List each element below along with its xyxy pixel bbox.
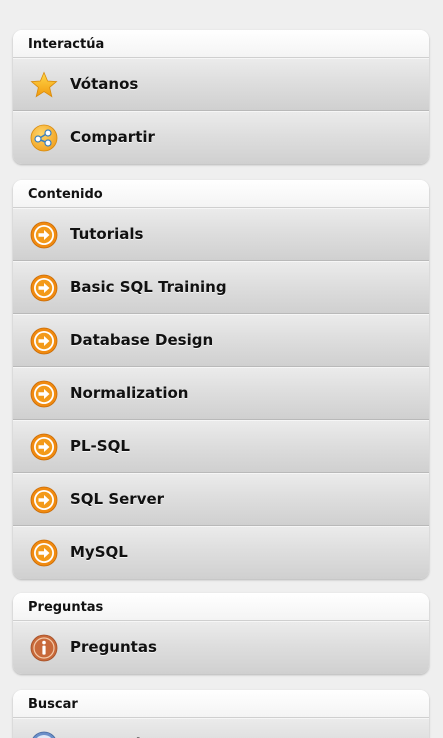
search-icon <box>32 731 56 738</box>
menu-item-label: Database Design <box>70 331 214 349</box>
menu-item-basic-sql-training[interactable]: Basic SQL Training <box>13 261 429 314</box>
menu-item-compartir[interactable]: Compartir <box>13 111 429 164</box>
menu-item-label: Tutorials <box>70 225 144 243</box>
arrow-right-icon <box>30 486 58 514</box>
menu-item-label: Normalization <box>70 384 189 402</box>
menu-screen: Interactúa Vótanos Compartir Contenido T… <box>0 0 443 738</box>
menu-item-label: Mas reciente <box>70 719 179 738</box>
arrow-right-icon <box>30 327 58 355</box>
group-contenido: Contenido Tutorials Basic SQL Training D… <box>13 180 429 579</box>
group-interactua: Interactúa Vótanos Compartir <box>13 30 429 164</box>
share-icon <box>30 124 58 152</box>
menu-item-label: Basic SQL Training <box>70 278 227 296</box>
group-header-interactua: Interactúa <box>13 30 429 58</box>
group-preguntas: Preguntas Preguntas <box>13 593 429 674</box>
star-icon <box>30 71 58 98</box>
arrow-right-icon <box>30 380 58 408</box>
menu-item-sql-server[interactable]: SQL Server <box>13 473 429 526</box>
menu-item-preguntas[interactable]: Preguntas <box>13 621 429 674</box>
menu-item-label: SQL Server <box>70 490 165 508</box>
menu-item-pl-sql[interactable]: PL-SQL <box>13 420 429 473</box>
arrow-right-icon <box>30 221 58 249</box>
arrow-right-icon <box>30 539 58 567</box>
menu-item-label: Preguntas <box>70 638 157 656</box>
menu-item-label: Compartir <box>70 128 155 146</box>
info-icon <box>30 634 58 662</box>
menu-item-mas-reciente[interactable]: Mas reciente <box>13 718 429 738</box>
arrow-right-icon <box>30 274 58 302</box>
menu-item-normalization[interactable]: Normalization <box>13 367 429 420</box>
arrow-right-icon <box>30 433 58 461</box>
menu-item-label: Vótanos <box>70 75 139 93</box>
group-header-preguntas: Preguntas <box>13 593 429 621</box>
group-buscar: Buscar Mas reciente <box>13 690 429 738</box>
group-header-buscar: Buscar <box>13 690 429 718</box>
menu-item-tutorials[interactable]: Tutorials <box>13 208 429 261</box>
menu-item-database-design[interactable]: Database Design <box>13 314 429 367</box>
menu-item-label: MySQL <box>70 543 128 561</box>
menu-item-votanos[interactable]: Vótanos <box>13 58 429 111</box>
menu-item-label: PL-SQL <box>70 437 130 455</box>
menu-item-mysql[interactable]: MySQL <box>13 526 429 579</box>
group-header-contenido: Contenido <box>13 180 429 208</box>
